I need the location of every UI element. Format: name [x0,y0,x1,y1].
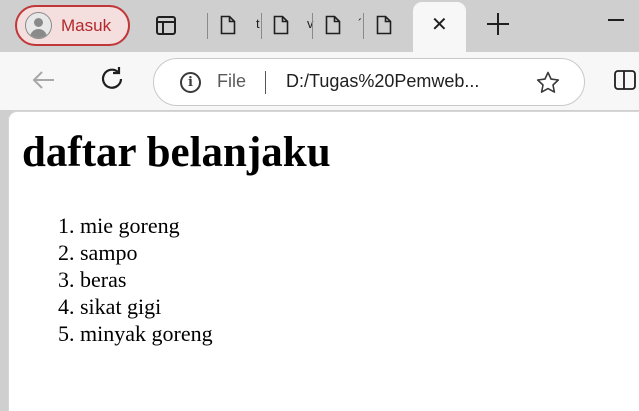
list-item-text: beras [80,267,127,292]
document-icon[interactable] [376,15,392,35]
close-icon[interactable]: ✕ [431,15,448,35]
tab-title-fragment[interactable]: t [256,16,260,31]
url-text[interactable]: D:/Tugas%20Pemweb... [286,71,479,92]
list-marker: 3. [58,267,75,292]
star-icon[interactable] [535,70,561,96]
tab-divider [261,13,262,39]
list-item: 1. mie goreng [58,212,213,239]
list-marker: 2. [58,240,75,265]
list-marker: 5. [58,321,75,346]
list-item-text: mie goreng [80,213,180,238]
avatar-icon [25,12,52,39]
list-item-text: minyak goreng [80,321,213,346]
split-screen-icon[interactable] [614,69,636,91]
list-item: 4. sikat gigi [58,293,213,320]
minimize-button[interactable] [606,10,628,30]
tab-divider [312,13,313,39]
address-divider [265,71,266,94]
tab-strip: Masuk t v ´ ✕ [0,0,639,52]
list-item: 3. beras [58,266,213,293]
active-tab[interactable]: ✕ [413,2,466,52]
tab-title-fragment[interactable]: ´ [358,16,362,31]
page-viewport: daftar belanjaku 1. mie goreng 2. sampo … [8,111,639,411]
profile-button[interactable]: Masuk [15,5,130,46]
document-icon[interactable] [273,15,289,35]
new-tab-button[interactable] [484,10,512,38]
workspaces-icon[interactable] [156,16,176,35]
page-title: daftar belanjaku [22,129,331,176]
profile-label: Masuk [61,15,112,35]
shopping-list: 1. mie goreng 2. sampo 3. beras 4. sikat… [58,212,213,347]
address-bar[interactable]: i File D:/Tugas%20Pemweb... [153,58,585,106]
list-item-text: sikat gigi [80,294,162,319]
list-marker: 4. [58,294,75,319]
list-item: 5. minyak goreng [58,320,213,347]
info-icon[interactable]: i [180,72,201,93]
back-arrow-icon[interactable] [28,64,60,96]
document-icon[interactable] [220,15,236,35]
list-item-text: sampo [80,240,138,265]
document-icon[interactable] [325,15,341,35]
browser-toolbar: i File D:/Tugas%20Pemweb... [0,52,639,110]
reload-icon[interactable] [96,64,128,96]
list-item: 2. sampo [58,239,213,266]
tab-divider [207,13,208,39]
list-marker: 1. [58,213,75,238]
tab-divider [363,13,364,39]
scheme-label: File [217,71,247,91]
